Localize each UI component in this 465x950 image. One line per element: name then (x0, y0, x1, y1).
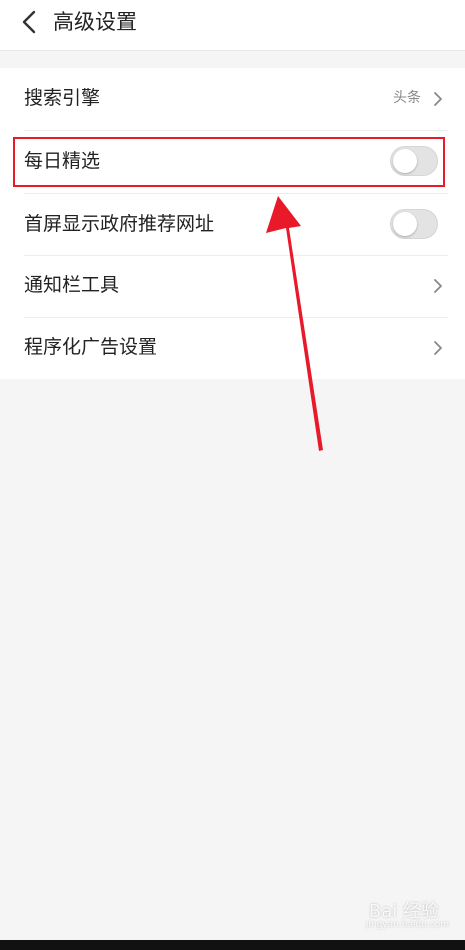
bottom-bar (0, 940, 465, 950)
setting-label: 首屏显示政府推荐网址 (24, 213, 215, 235)
page-title: 高级设置 (53, 10, 137, 34)
chevron-right-icon (434, 341, 442, 355)
watermark-url: jingyan.baidu.com (365, 920, 449, 930)
chevron-right-icon (434, 279, 442, 293)
setting-label: 搜索引擎 (24, 87, 101, 109)
chevron-left-icon[interactable] (18, 9, 42, 35)
toggle-knob (393, 212, 417, 236)
setting-search-engine[interactable]: 搜索引擎 头条 (0, 68, 465, 130)
setting-label: 通知栏工具 (24, 274, 120, 296)
daily-picks-toggle[interactable] (390, 146, 438, 176)
setting-label: 程序化广告设置 (24, 336, 158, 358)
header-bar: 高级设置 (0, 0, 465, 51)
setting-label: 每日精选 (24, 150, 101, 172)
setting-daily-picks: 每日精选 (0, 131, 465, 193)
chevron-right-icon (434, 92, 442, 106)
toggle-knob (393, 149, 417, 173)
setting-gov-recommended-sites: 首屏显示政府推荐网址 (0, 194, 465, 256)
setting-programmatic-ads[interactable]: 程序化广告设置 (0, 317, 465, 379)
settings-list: 搜索引擎 头条 每日精选 首屏显示政府推荐网址 通知栏工具 程序化广告设置 (0, 68, 465, 379)
setting-notification-tools[interactable]: 通知栏工具 (0, 255, 465, 317)
gov-sites-toggle[interactable] (390, 209, 438, 239)
setting-value: 头条 (393, 90, 421, 106)
